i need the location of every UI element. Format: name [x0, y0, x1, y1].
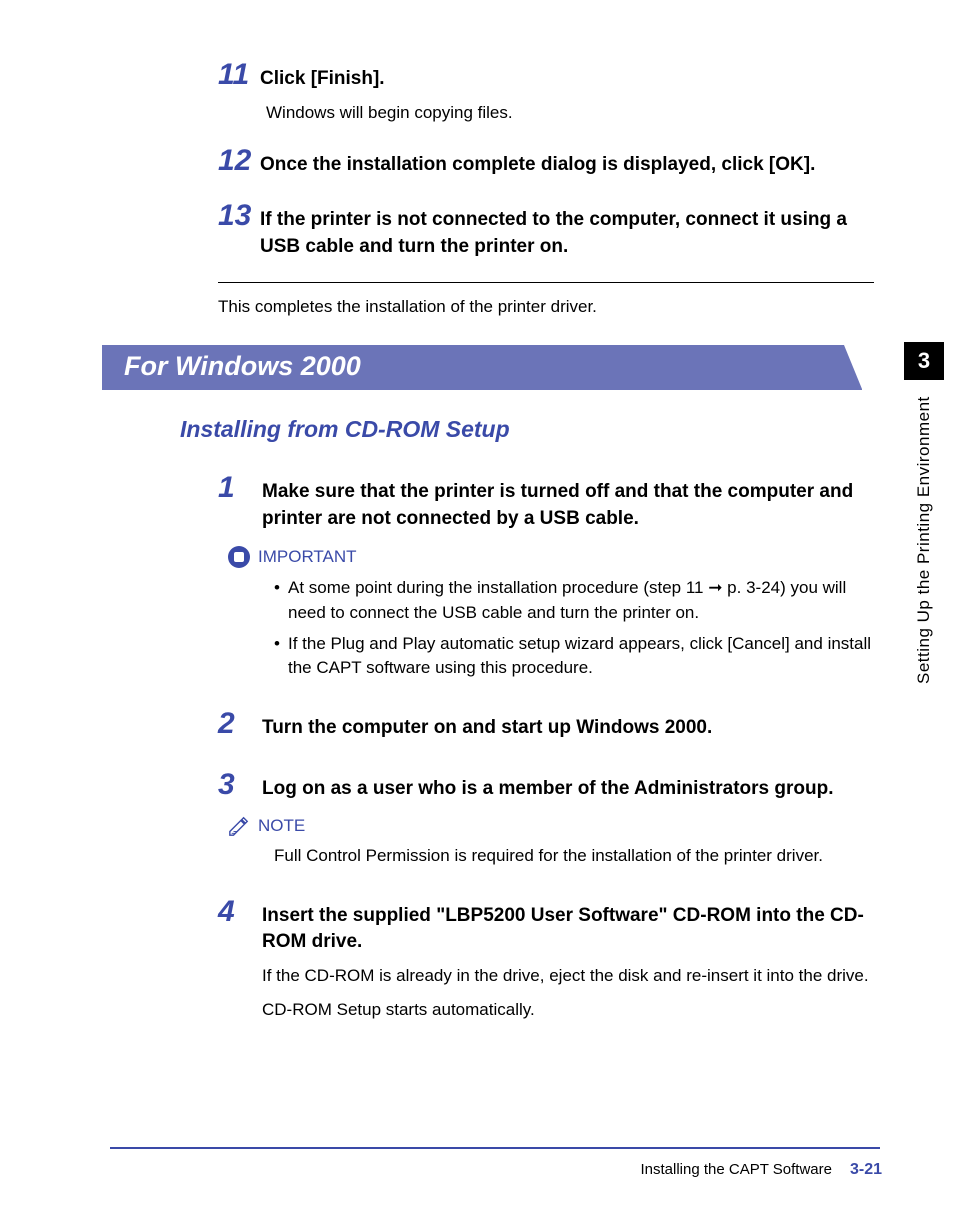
content-area: 11 Click [Finish]. Windows will begin co… — [110, 60, 880, 1022]
step-number: 12 — [218, 146, 260, 176]
step-list-top: 11 Click [Finish]. Windows will begin co… — [218, 60, 874, 260]
step-1: 1 Make sure that the printer is turned o… — [218, 473, 874, 681]
step-body-text: If the CD-ROM is already in the drive, e… — [262, 964, 874, 988]
chapter-tab: 3 Setting Up the Printing Environment — [904, 342, 944, 690]
bullet: If the Plug and Play automatic setup wiz… — [274, 632, 874, 681]
step-number: 3 — [218, 770, 254, 800]
callout-bullets: At some point during the installation pr… — [274, 576, 874, 681]
page-footer: Installing the CAPT Software 3-21 — [640, 1161, 882, 1179]
stop-icon — [228, 546, 250, 568]
pencil-icon — [228, 816, 250, 836]
subsection-heading: Installing from CD-ROM Setup — [180, 416, 880, 443]
step-title: Click [Finish]. — [260, 60, 385, 93]
chapter-label: Setting Up the Printing Environment — [914, 390, 934, 690]
step-11: 11 Click [Finish]. Windows will begin co… — [218, 60, 874, 124]
note-text: Full Control Permission is required for … — [274, 844, 874, 869]
step-title: Insert the supplied "LBP5200 User Softwa… — [254, 897, 874, 956]
step-number: 1 — [218, 473, 254, 503]
step-title: Turn the computer on and start up Window… — [254, 709, 712, 742]
footer-section: Installing the CAPT Software — [640, 1161, 831, 1178]
page-number: 3-21 — [850, 1161, 882, 1179]
step-body: If the CD-ROM is already in the drive, e… — [262, 964, 874, 1022]
callout-label: IMPORTANT — [258, 547, 357, 567]
step-title: If the printer is not connected to the c… — [260, 201, 874, 260]
step-body-text: Windows will begin copying files. — [266, 101, 874, 125]
bullet: At some point during the installation pr… — [274, 576, 874, 625]
step-body: Windows will begin copying files. — [266, 101, 874, 125]
completion-text: This completes the installation of the p… — [218, 297, 880, 317]
step-list-bottom: 1 Make sure that the printer is turned o… — [218, 473, 874, 1021]
section-heading: For Windows 2000 — [102, 345, 862, 390]
divider — [218, 282, 874, 283]
step-3: 3 Log on as a user who is a member of th… — [218, 770, 874, 869]
step-4: 4 Insert the supplied "LBP5200 User Soft… — [218, 897, 874, 1022]
important-callout: IMPORTANT At some point during the insta… — [228, 546, 874, 681]
step-number: 13 — [218, 201, 260, 231]
step-title: Make sure that the printer is turned off… — [254, 473, 874, 532]
footer-rule — [110, 1147, 880, 1149]
callout-label: NOTE — [258, 816, 305, 836]
step-title: Log on as a user who is a member of the … — [254, 770, 834, 803]
step-2: 2 Turn the computer on and start up Wind… — [218, 709, 874, 742]
step-body-text: CD-ROM Setup starts automatically. — [262, 998, 874, 1022]
manual-page: 11 Click [Finish]. Windows will begin co… — [0, 0, 954, 1227]
step-number: 11 — [218, 60, 260, 90]
step-title: Once the installation complete dialog is… — [260, 146, 815, 179]
note-callout: NOTE Full Control Permission is required… — [228, 816, 874, 869]
chapter-number: 3 — [904, 342, 944, 380]
step-number: 2 — [218, 709, 254, 739]
step-number: 4 — [218, 897, 254, 927]
step-12: 12 Once the installation complete dialog… — [218, 146, 874, 179]
step-13: 13 If the printer is not connected to th… — [218, 201, 874, 260]
